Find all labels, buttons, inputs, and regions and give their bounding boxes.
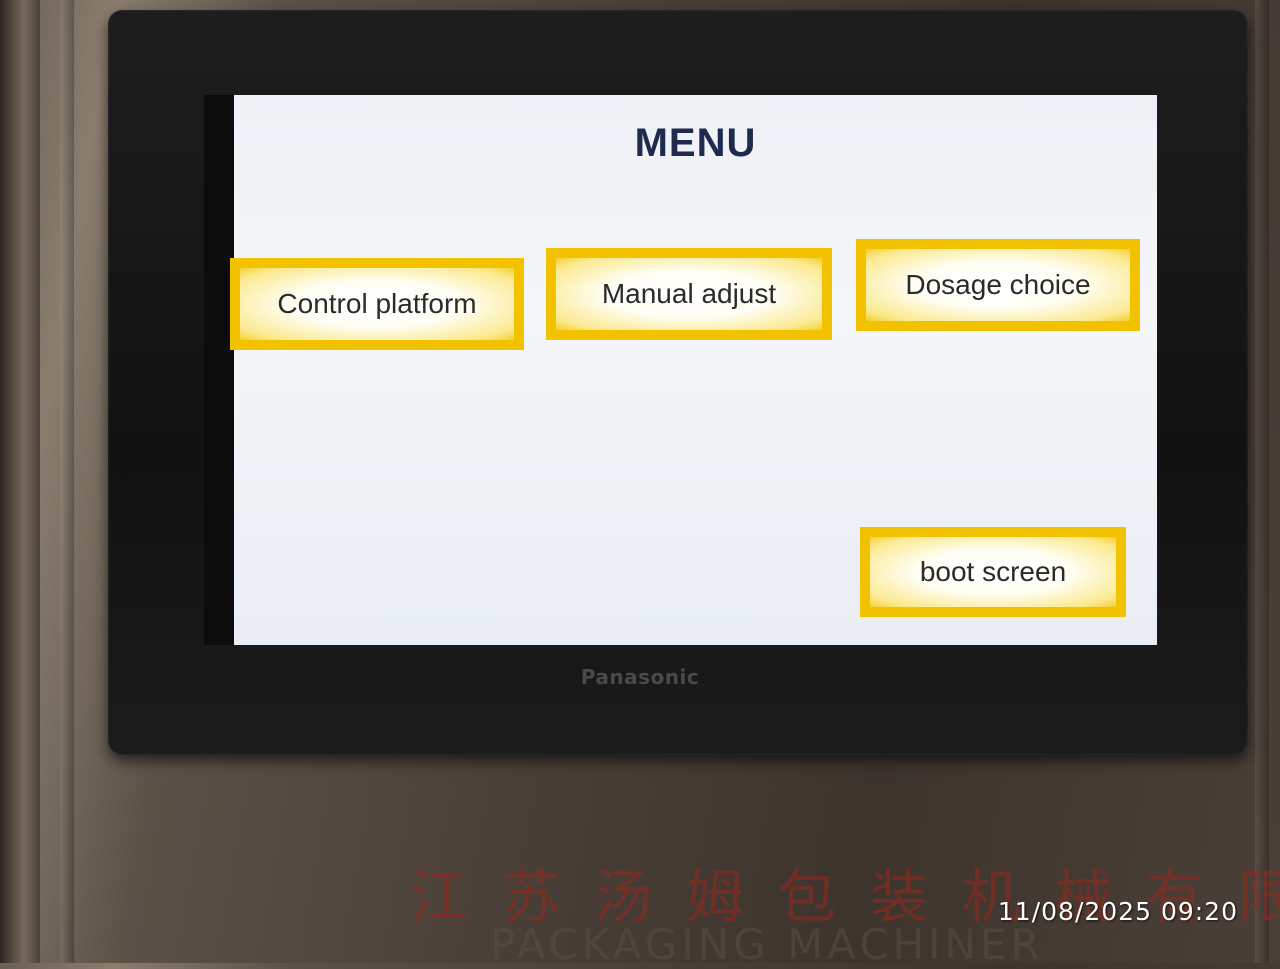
steel-reflection	[60, 0, 74, 963]
manual-adjust-button[interactable]: Manual adjust	[546, 248, 832, 340]
boot-screen-label: boot screen	[919, 556, 1067, 587]
manual-adjust-label: Manual adjust	[601, 278, 777, 309]
machine-panel-edge	[0, 0, 40, 963]
boot-screen-button[interactable]: boot screen	[860, 527, 1126, 617]
nameplate-english: PACKAGING MACHINER	[490, 920, 1044, 969]
steel-reflection	[1255, 0, 1269, 963]
control-platform-label: Control platform	[277, 288, 477, 319]
control-platform-button[interactable]: Control platform	[230, 258, 524, 350]
dosage-choice-button[interactable]: Dosage choice	[856, 239, 1140, 331]
brand-logo: Panasonic	[580, 665, 700, 689]
page-title: MENU	[634, 121, 757, 165]
dosage-choice-label: Dosage choice	[905, 269, 1091, 300]
photo-timestamp: 11/08/2025 09:20	[997, 897, 1238, 926]
hmi-screen: MENU Control platform Manual adjust Dosa…	[204, 95, 1157, 645]
